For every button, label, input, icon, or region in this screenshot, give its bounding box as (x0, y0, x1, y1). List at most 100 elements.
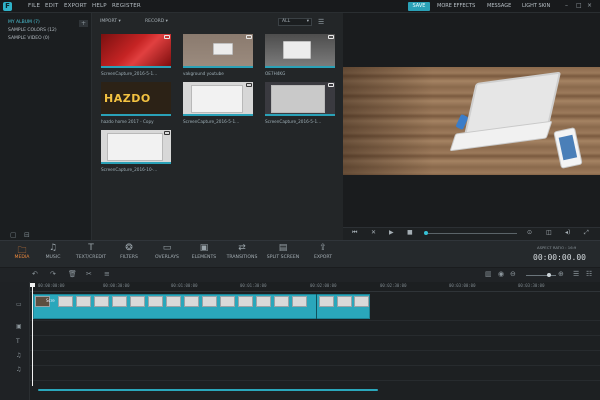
menu-help[interactable]: HELP (92, 3, 107, 9)
media-thumbnail-5[interactable] (183, 82, 253, 116)
media-label-3: OE7H4KG (265, 71, 286, 76)
previous-frame-icon[interactable]: ✕ (371, 229, 376, 236)
tab-export[interactable]: ⇪ EXPORT (306, 243, 340, 260)
menu-export[interactable]: EXPORT (64, 3, 87, 9)
list-view-icon[interactable]: ☰ (318, 18, 324, 26)
screenshot-window (107, 133, 163, 161)
media-thumbnail-1[interactable] (101, 34, 171, 68)
redo-icon[interactable]: ↷ (50, 270, 56, 278)
light-skin-button[interactable]: LIGHT SKIN (522, 3, 550, 9)
media-thumbnail-7[interactable] (101, 130, 171, 164)
split-icon[interactable]: ✂ (86, 270, 92, 278)
microphone-icon[interactable]: ⊙ (527, 229, 532, 236)
message-button[interactable]: MESSAGE (487, 3, 511, 9)
tab-media[interactable]: 🗀 MEDIA (5, 243, 39, 260)
zoom-out-icon[interactable]: ⊖ (510, 270, 516, 278)
undo-icon[interactable]: ↶ (32, 270, 38, 278)
media-label-4: hazdo home 2017 - Copy (101, 119, 154, 124)
media-thumbnail-6[interactable] (265, 82, 335, 116)
ruler-tick: 00:03:30:00 (518, 283, 545, 288)
clip-frame (354, 296, 369, 307)
tab-transitions[interactable]: ⇄ TRANSITIONS (225, 243, 259, 260)
track-divider (30, 380, 600, 381)
maximize-icon[interactable]: □ (576, 2, 582, 9)
volume-icon[interactable]: ◂) (565, 229, 570, 236)
album-sample-colors[interactable]: SAMPLE COLORS (12) (8, 28, 57, 33)
elements-icon: ▣ (199, 243, 209, 253)
play-icon[interactable]: ▶ (389, 229, 394, 236)
zoom-slider-handle[interactable] (547, 273, 551, 277)
media-thumbnail-4[interactable]: HAZDO (101, 82, 171, 116)
video-track-icon: ▭ (16, 301, 22, 308)
close-icon[interactable]: × (587, 2, 592, 9)
zoom-in-icon[interactable]: ⊕ (558, 270, 564, 278)
timeline-menu-icon[interactable]: ☰ (573, 270, 579, 278)
media-thumbnail-2[interactable] (183, 34, 253, 68)
tab-filters[interactable]: ❂ FILTERS (112, 243, 146, 260)
text-track-icon: T (16, 338, 20, 345)
media-filter-select[interactable]: ALL ▾ (278, 18, 312, 26)
clip-frame (337, 296, 352, 307)
minimize-icon[interactable]: – (565, 2, 568, 9)
delete-icon[interactable]: 🗑 (68, 270, 77, 278)
scrubber-handle[interactable] (424, 231, 428, 235)
preview-scrubber[interactable] (425, 233, 517, 234)
album-sample-video[interactable]: SAMPLE VIDEO (0) (8, 36, 49, 41)
import-folder-icon[interactable]: ⊟ (24, 231, 30, 239)
media-thumbnail-3[interactable] (265, 34, 335, 68)
track-settings-icon[interactable]: ☷ (586, 270, 592, 278)
clip-frame (202, 296, 217, 307)
aspect-ratio-label: ASPECT RATIO : 16:9 (537, 245, 577, 250)
screenshot-window (191, 85, 243, 113)
tab-text-credit[interactable]: T TEXT/CREDIT (74, 243, 108, 260)
snapshot-icon[interactable]: ◫ (546, 229, 552, 236)
transitions-icon: ⇄ (238, 243, 246, 253)
zoom-slider[interactable] (526, 275, 556, 276)
record-voice-icon[interactable]: ◉ (498, 270, 504, 278)
clip-label: Scre (46, 298, 55, 303)
laptop-image (283, 41, 311, 59)
pip-track-icon: ▣ (16, 323, 22, 330)
menu-register[interactable]: REGISTER (112, 3, 141, 9)
video-icon (328, 83, 334, 87)
record-dropdown[interactable]: RECORD ▾ (145, 19, 168, 24)
phone-screen (558, 134, 578, 161)
clip-frame (184, 296, 199, 307)
step-back-icon[interactable]: ⏮ (352, 229, 357, 237)
menu-edit[interactable]: EDIT (45, 3, 59, 9)
ruler-tick: 00:01:30:00 (240, 283, 267, 288)
export-icon: ⇪ (319, 243, 327, 253)
video-icon (164, 35, 170, 39)
text-icon: T (88, 243, 94, 253)
filters-icon: ❂ (125, 243, 133, 253)
video-icon (328, 35, 334, 39)
timeline-scrollbar[interactable] (38, 389, 378, 391)
clip-boundary (316, 294, 317, 319)
folder-icon: 🗀 (17, 246, 27, 256)
add-album-button[interactable]: + (79, 20, 88, 27)
tab-split-screen[interactable]: ▤ SPLIT SCREEN (266, 243, 300, 260)
ruler-tick: 00:00:30:00 (103, 283, 130, 288)
more-effects-button[interactable]: MORE EFFECTS (437, 3, 475, 9)
ruler-tick: 00:03:00:00 (449, 283, 476, 288)
save-button[interactable]: SAVE (408, 2, 430, 11)
tab-elements[interactable]: ▣ ELEMENTS (187, 243, 221, 260)
laptop-image (213, 43, 233, 55)
playhead[interactable] (32, 285, 33, 386)
ruler-tick: 00:02:30:00 (380, 283, 407, 288)
audio-mixer-icon[interactable]: ▥ (485, 270, 492, 278)
new-folder-icon[interactable]: ▢ (10, 231, 17, 239)
tab-music[interactable]: ♫ MUSIC (36, 243, 70, 260)
adjust-icon[interactable]: ≡ (104, 270, 110, 278)
music-track-icon: ♫ (16, 352, 22, 359)
album-my-album[interactable]: MY ALBUM (7) (8, 20, 40, 25)
clip-frame (148, 296, 163, 307)
clip-frame (256, 296, 271, 307)
tab-overlays[interactable]: ▭ OVERLAYS (150, 243, 184, 260)
video-icon (246, 35, 252, 39)
stop-icon[interactable]: ■ (407, 229, 413, 236)
track-divider (30, 350, 600, 351)
fullscreen-icon[interactable]: ⤢ (584, 229, 589, 237)
import-dropdown[interactable]: IMPORT ▾ (100, 19, 121, 24)
menu-file[interactable]: FILE (28, 3, 40, 9)
